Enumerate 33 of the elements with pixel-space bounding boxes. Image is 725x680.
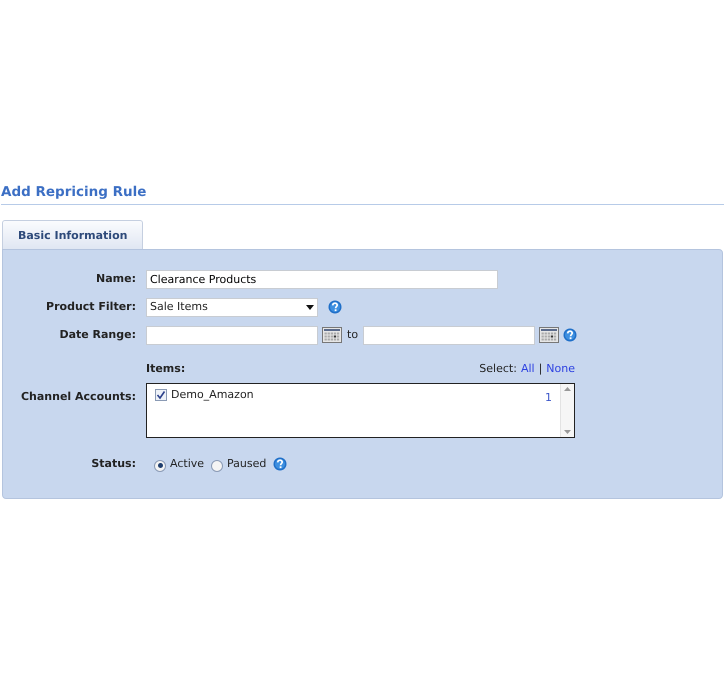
help-icon[interactable] <box>563 328 578 342</box>
date-field[interactable] <box>146 326 318 345</box>
select-all-link[interactable]: All <box>520 360 535 378</box>
calendar-icon[interactable] <box>322 327 342 344</box>
checkbox[interactable] <box>155 389 167 402</box>
help-icon[interactable] <box>328 300 342 314</box>
field-label: Product Filter: <box>45 298 136 315</box>
select-label: Select: <box>479 360 517 377</box>
page-title: Add Repricing Rule <box>1 184 724 206</box>
field-label: Name: <box>95 270 136 287</box>
radio-label: Paused <box>227 456 266 472</box>
channel-name: Demo_Amazon <box>171 387 254 404</box>
tab[interactable]: Basic Information <box>2 220 144 249</box>
help-icon[interactable] <box>273 457 288 472</box>
date-field[interactable] <box>363 326 536 345</box>
scrollbar[interactable] <box>560 384 574 438</box>
calendar-icon[interactable] <box>539 327 560 344</box>
radio-button[interactable] <box>154 460 166 472</box>
items-label: Items: <box>146 360 186 377</box>
radio-label: Active <box>170 456 204 472</box>
select-none-link[interactable]: None <box>546 360 575 378</box>
field-label: Status: <box>90 456 136 472</box>
link-separator: | <box>538 360 542 377</box>
field-label: Date Range: <box>58 326 136 343</box>
scroll-down-icon[interactable] <box>564 430 571 434</box>
field-label: Channel Accounts: <box>20 389 136 406</box>
name-field[interactable]: Clearance Products <box>146 270 498 289</box>
radio-button[interactable] <box>211 460 224 472</box>
caret-icon[interactable] <box>306 304 314 310</box>
scroll-up-icon[interactable] <box>564 387 571 392</box>
product-filter-dropdown[interactable]: Sale Items <box>146 298 318 317</box>
channel-count: 1 <box>545 390 552 406</box>
range-separator: to <box>347 326 358 343</box>
